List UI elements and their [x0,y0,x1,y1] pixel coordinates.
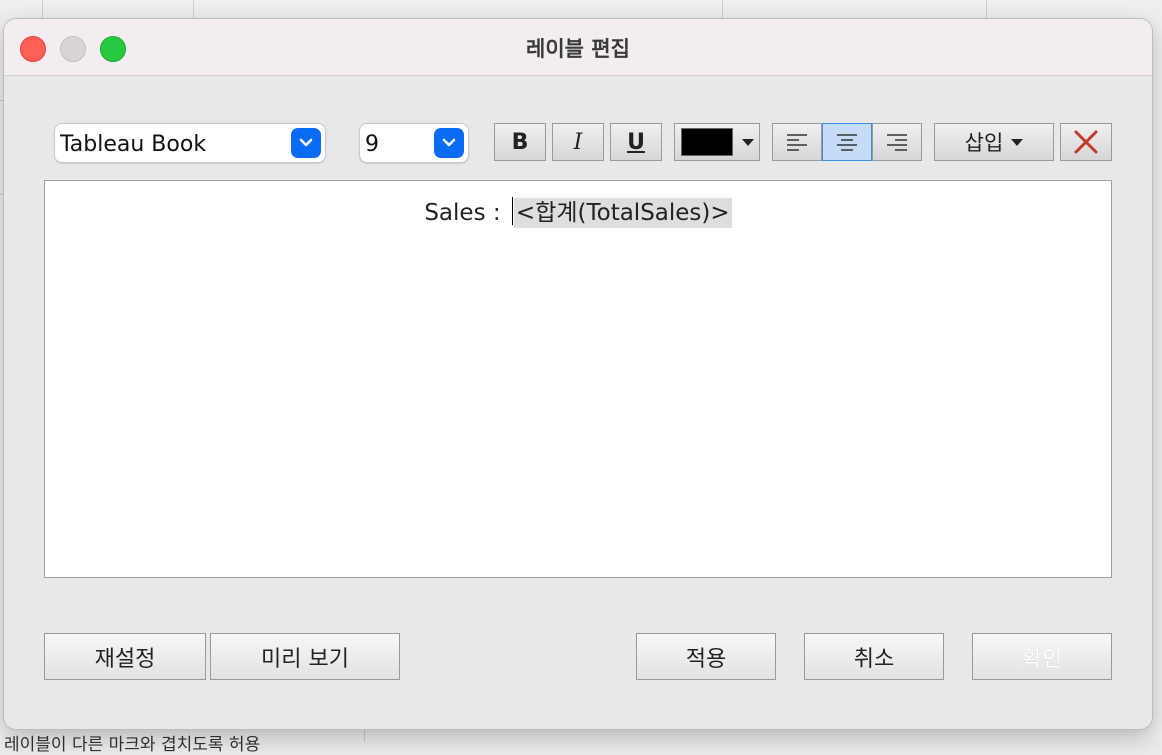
chevron-down-icon[interactable] [291,128,321,158]
editor-line: Sales : <합계(TotalSales)> [45,193,1111,228]
ok-button[interactable]: 확인 [972,633,1112,680]
clear-button[interactable] [1060,123,1112,161]
dialog-title: 레이블 편집 [526,37,630,61]
edit-label-dialog: 레이블 편집 Tableau Book 9 B I U 삽입 Sales: <… [4,19,1152,729]
close-x-icon [1074,130,1098,154]
font-size-select[interactable]: 9 [359,123,469,163]
font-family-select[interactable]: Tableau Book [54,123,326,163]
cancel-button[interactable]: 취소 [804,633,944,680]
italic-button[interactable]: I [552,123,604,161]
insert-button[interactable]: 삽입 [934,123,1054,161]
field-token[interactable]: <합계(TotalSales)> [513,198,732,228]
title-bar[interactable]: 레이블 편집 [4,19,1152,76]
label-text-editor[interactable]: Sales : <합계(TotalSales)> [44,180,1112,578]
align-center-button[interactable] [822,123,872,161]
text-color-picker[interactable] [674,123,760,161]
align-right-button[interactable] [872,123,922,161]
caret-down-icon [1011,138,1024,146]
bg-divider [364,729,365,742]
preview-button[interactable]: 미리 보기 [210,633,400,680]
font-size-value: 9 [365,132,379,157]
align-right-icon [887,134,907,151]
insert-label: 삽입 [964,131,1004,155]
bg-checkbox-label: 레이블이 다른 마크와 겹치도록 허용 [4,735,261,755]
font-family-value: Tableau Book [60,132,207,157]
label-prefix-text: Sales : [424,200,508,226]
reset-button[interactable]: 재설정 [44,633,206,680]
align-left-icon [787,134,807,151]
underline-button[interactable]: U [610,123,662,161]
caret-down-icon [742,138,754,146]
apply-button[interactable]: 적용 [636,633,776,680]
bold-button[interactable]: B [494,123,546,161]
color-swatch [681,128,733,156]
align-center-icon [837,134,857,151]
chevron-down-icon[interactable] [434,128,464,158]
text-cursor [511,197,513,225]
align-left-button[interactable] [772,123,822,161]
